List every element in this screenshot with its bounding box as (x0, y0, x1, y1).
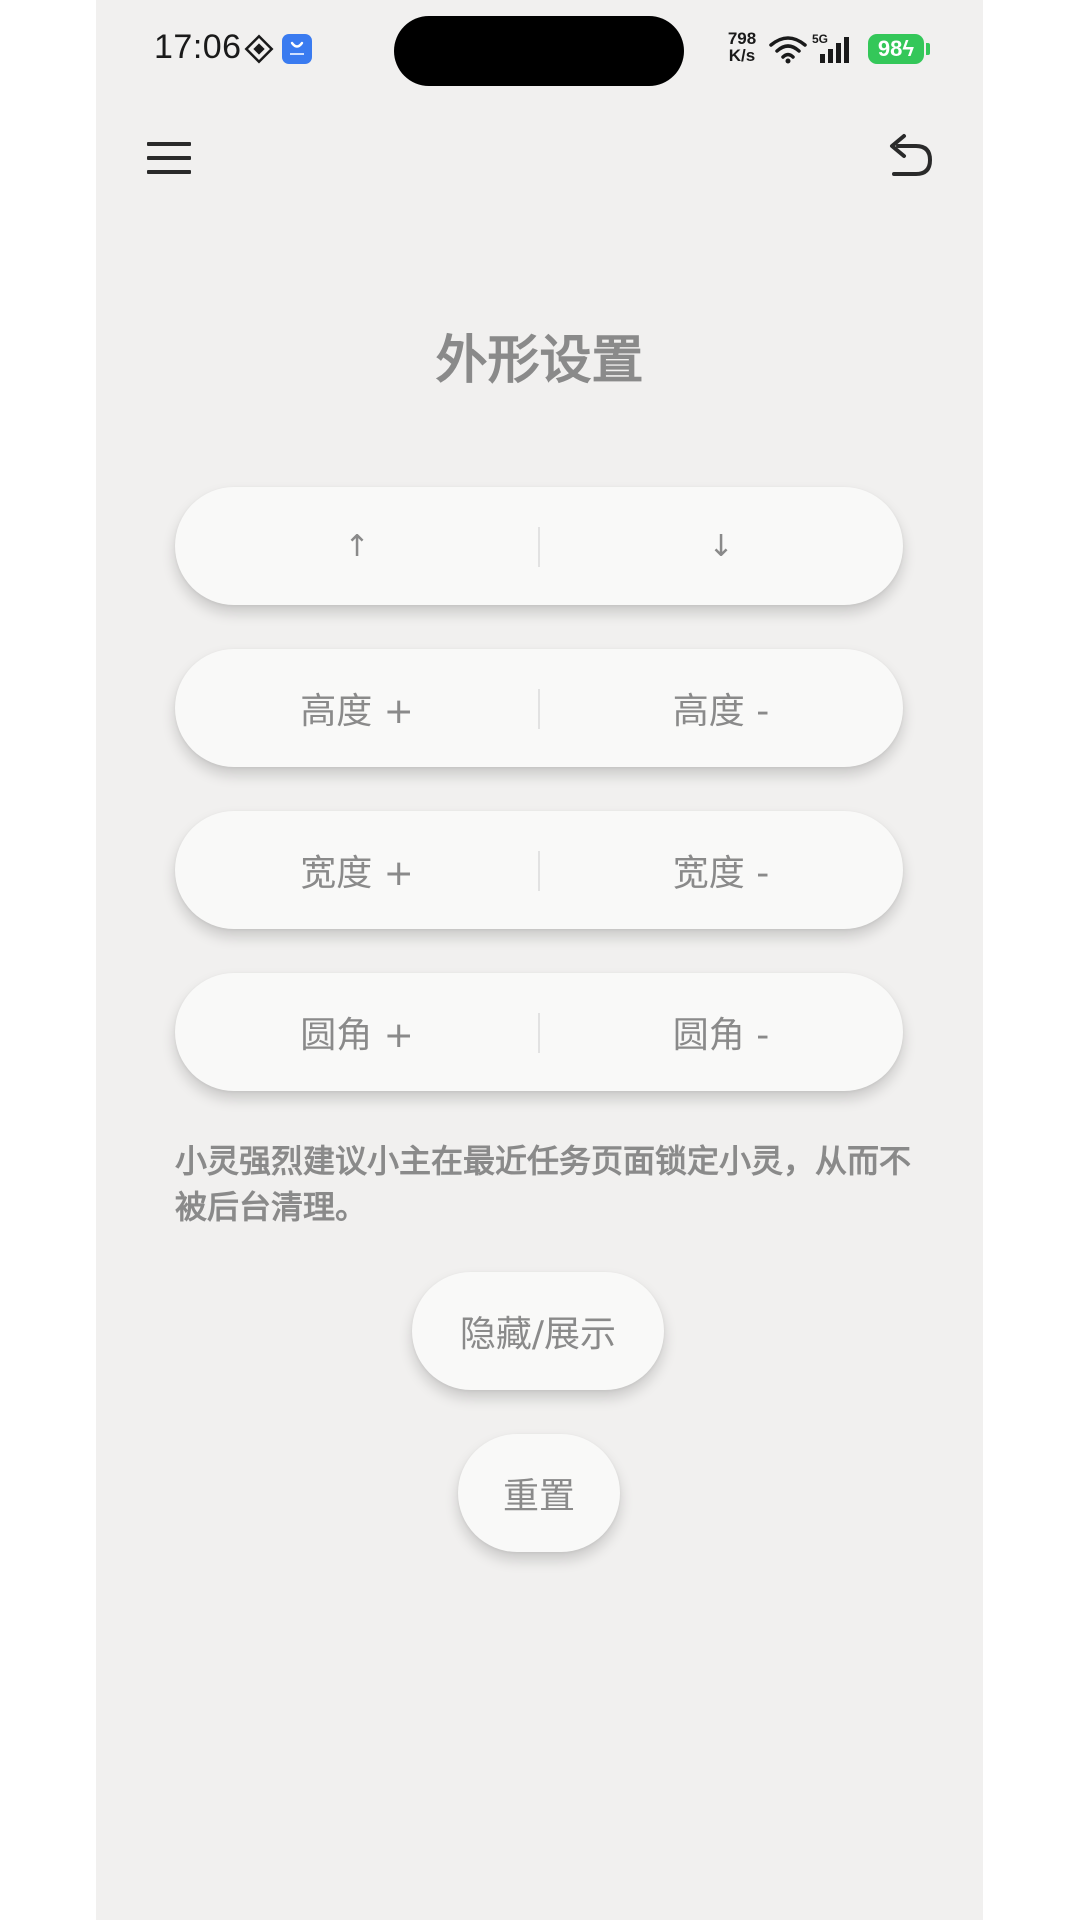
move-up-button[interactable]: ↑ (175, 487, 539, 605)
width-control: 宽度 + 宽度 - (175, 811, 903, 929)
toggle-visibility-button[interactable]: 隐藏/展示 (412, 1272, 664, 1390)
battery-cap (926, 43, 930, 55)
tip-text: 小灵强烈建议小主在最近任务页面锁定小灵，从而不被后台清理。 (175, 1142, 912, 1226)
width-decrease-button[interactable]: 宽度 - (539, 811, 903, 929)
hamburger-menu-icon[interactable] (146, 138, 192, 178)
reset-button[interactable]: 重置 (458, 1434, 620, 1552)
width-increase-button[interactable]: 宽度 + (175, 811, 539, 929)
camera-notch (394, 16, 684, 86)
status-time: 17:06 (154, 28, 242, 66)
arrow-up-icon: ↑ (344, 528, 370, 564)
app-screen: 17:06 798 K/s 5G 98ϟ 外形设置 ↑ ↓ 高度 + 高度 - … (96, 0, 983, 1920)
cellular-signal-icon: 5G (812, 32, 849, 63)
charging-icon: ϟ (902, 36, 915, 61)
height-control: 高度 + 高度 - (175, 649, 903, 767)
wifi-icon (769, 36, 807, 64)
battery-level: 98 (877, 36, 903, 61)
height-decrease-button[interactable]: 高度 - (539, 649, 903, 767)
network-speed-unit: K/s (728, 46, 756, 65)
move-down-button[interactable]: ↓ (539, 487, 903, 605)
app-market-icon (282, 34, 312, 64)
network-speed: 798 K/s (722, 30, 762, 64)
arrow-down-icon: ↓ (708, 528, 734, 564)
radius-decrease-button[interactable]: 圆角 - (539, 973, 903, 1091)
height-increase-button[interactable]: 高度 + (175, 649, 539, 767)
battery-indicator: 98ϟ (868, 34, 924, 64)
radius-increase-button[interactable]: 圆角 + (175, 973, 539, 1091)
corner-radius-control: 圆角 + 圆角 - (175, 973, 903, 1091)
network-type-label: 5G (812, 32, 828, 46)
notification-diamond-icon (244, 34, 274, 64)
undo-arrow-icon[interactable] (886, 130, 934, 180)
network-speed-value: 798 (727, 29, 757, 48)
page-title: 外形设置 (435, 331, 644, 391)
position-control: ↑ ↓ (175, 487, 903, 605)
